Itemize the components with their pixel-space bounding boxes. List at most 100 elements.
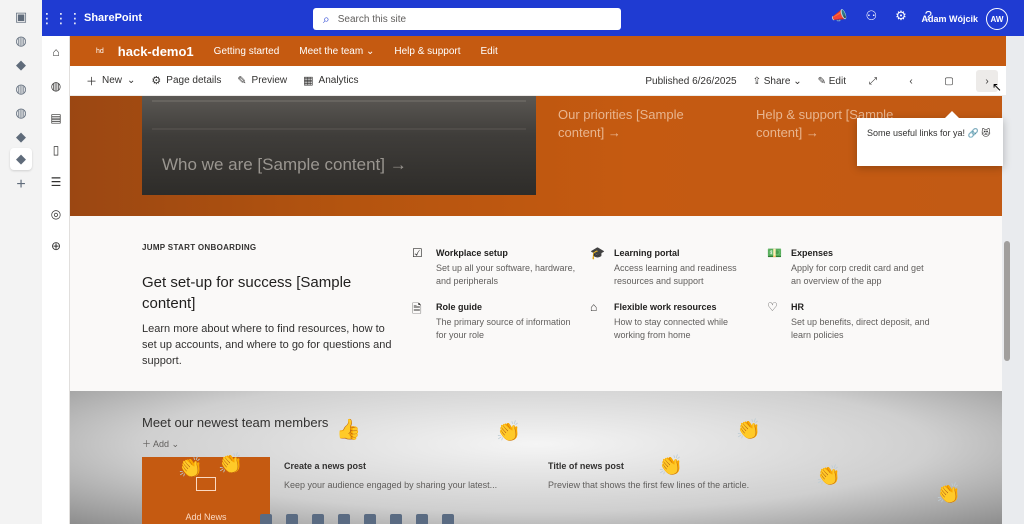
file-icon[interactable]: ▯	[48, 142, 64, 158]
tab-overview-icon[interactable]: ▣	[12, 8, 30, 26]
app-bar: ⌂ ◍ ▤ ▯ ☰ ◎ ⊕	[42, 36, 70, 524]
search-icon: ⌕	[323, 11, 330, 26]
tooltip: Some useful links for ya! 🔗 😻	[857, 111, 1003, 166]
link-desc: The primary source of information for yo…	[436, 317, 571, 340]
edit-button[interactable]: ✎ Edit	[818, 76, 846, 87]
news-item-desc: Keep your audience engaged by sharing yo…	[284, 480, 498, 490]
home-icon[interactable]: ⌂	[48, 44, 64, 60]
chevron-down-icon: ⌄	[127, 75, 136, 86]
globe-icon[interactable]: ◍	[12, 32, 30, 50]
site-logo[interactable]: hd	[96, 48, 104, 55]
command-bar: ＋ New ⌄ ⚙ Page details ✎ Preview ▦ Analy…	[70, 66, 1006, 96]
preview-button[interactable]: ✎ Preview	[237, 74, 287, 87]
sharepoint-active-icon[interactable]: ◆	[10, 148, 32, 170]
new-button[interactable]: ＋ New ⌄	[86, 73, 135, 89]
megaphone-icon[interactable]: 📣	[831, 8, 847, 24]
onboarding-section: JUMP START ONBOARDING Get set-up for suc…	[70, 216, 1002, 391]
taskbar-app-icon[interactable]	[338, 514, 350, 524]
globe-icon[interactable]: ◍	[12, 104, 30, 122]
analytics-button[interactable]: ▦ Analytics	[303, 74, 358, 87]
preview-label: Preview	[251, 75, 288, 86]
link-title: Learning portal	[614, 248, 680, 258]
taskbar-app-icon[interactable]	[364, 514, 376, 524]
expand-icon[interactable]: ⤢	[862, 70, 884, 92]
edit-label: Edit	[828, 75, 846, 87]
taskbar-app-icon[interactable]	[390, 514, 402, 524]
laptop-check-icon: ☑	[412, 246, 423, 260]
home-icon: ⌂	[590, 300, 598, 314]
news-item[interactable]: Title of news post Preview that shows th…	[548, 461, 749, 490]
news-section-title: Meet our newest team members	[142, 415, 329, 430]
taskbar-app-icon[interactable]	[416, 514, 428, 524]
news-item-title: Create a news post	[284, 461, 367, 471]
user-name: Adam Wójcik	[921, 14, 978, 24]
taskbar-app-icon[interactable]	[442, 514, 454, 524]
scrollbar-thumb[interactable]	[1004, 241, 1010, 361]
search-box[interactable]: ⌕ Search this site	[313, 8, 621, 30]
search-placeholder: Search this site	[337, 13, 407, 25]
taskbar-app-icon[interactable]	[286, 514, 298, 524]
site-title[interactable]: hack-demo1	[118, 44, 194, 59]
nav-meet-the-team[interactable]: Meet the team ⌄	[299, 46, 374, 57]
chevron-left-icon[interactable]: ‹	[900, 70, 922, 92]
app-launcher-icon[interactable]: ⋮⋮⋮	[40, 5, 82, 31]
graduation-cap-icon: 🎓	[590, 246, 605, 260]
brand-name[interactable]: SharePoint	[84, 12, 142, 24]
nav-meet-the-team-label: Meet the team	[299, 45, 364, 57]
link-title: Workplace setup	[436, 248, 508, 258]
clapping-emoji: 👏	[816, 465, 841, 487]
page-scrollbar[interactable]	[1004, 96, 1010, 524]
heart-pulse-icon: ♡	[767, 300, 778, 314]
add-icon[interactable]: +	[12, 176, 30, 194]
onboarding-description: Learn more about where to find resources…	[142, 323, 392, 367]
add-news-label: Add News	[185, 512, 227, 522]
clapping-emoji: 👏	[936, 483, 961, 505]
square-icon[interactable]: ▢	[938, 70, 960, 92]
globe-icon[interactable]: ◍	[48, 78, 64, 94]
news-item-desc: Preview that shows the first few lines o…	[548, 480, 750, 490]
share-network-icon[interactable]: ⚇	[865, 8, 877, 24]
link-desc: Set up all your software, hardware, and …	[436, 263, 576, 286]
clapping-emoji: 👏	[658, 455, 683, 477]
clapping-emoji: 👏	[178, 457, 203, 479]
new-label: New	[102, 75, 123, 86]
money-icon: 💵	[767, 246, 782, 260]
page-details-button[interactable]: ⚙ Page details	[151, 74, 221, 87]
link-desc: How to stay connected while working from…	[614, 317, 729, 340]
chevron-down-icon: ⌄	[365, 45, 375, 57]
hero-main-tile[interactable]: Who we are [Sample content] →	[142, 96, 536, 195]
published-status: Published 6/26/2025	[645, 75, 737, 87]
nav-edit[interactable]: Edit	[481, 46, 498, 57]
nav-getting-started[interactable]: Getting started	[214, 46, 280, 57]
news-icon[interactable]: ▤	[48, 110, 64, 126]
link-title: HR	[791, 302, 804, 312]
share-label: Share	[763, 75, 791, 87]
onboarding-eyebrow: JUMP START ONBOARDING	[142, 243, 257, 252]
link-desc: Access learning and readiness resources …	[614, 263, 737, 286]
news-add-label: Add	[153, 439, 170, 449]
user-account[interactable]: Adam Wójcik AW	[921, 8, 1008, 30]
sharepoint-icon[interactable]: ◆	[12, 128, 30, 146]
lists-icon[interactable]: ☰	[48, 174, 64, 190]
share-button[interactable]: ⇪ Share ⌄	[753, 76, 802, 87]
command-bar-right: Published 6/26/2025 ⇪ Share ⌄ ✎ Edit ⤢ ‹…	[645, 66, 998, 96]
taskbar-app-icon[interactable]	[312, 514, 324, 524]
news-item[interactable]: Create a news post Keep your audience en…	[284, 461, 497, 490]
taskbar-app-icon[interactable]	[260, 514, 272, 524]
news-thumbnail[interactable]: Add News	[142, 457, 270, 524]
nav-help-support[interactable]: Help & support	[394, 46, 460, 57]
analytics-label: Analytics	[318, 75, 359, 86]
create-icon[interactable]: ⊕	[48, 238, 64, 254]
pen-icon: ✎	[237, 75, 247, 87]
chart-icon: ▦	[303, 75, 314, 87]
sharepoint-icon[interactable]: ◆	[12, 56, 30, 74]
hero-tile-priorities[interactable]: Our priorities [Sample content] →	[558, 106, 728, 141]
site-header: hd hack-demo1 Getting started Meet the t…	[70, 36, 1006, 66]
globe-icon[interactable]: ◍	[12, 80, 30, 98]
clapping-emoji: 👏	[218, 453, 243, 475]
avatar[interactable]: AW	[986, 8, 1008, 30]
copilot-icon[interactable]: ◎	[48, 206, 64, 222]
news-item-title: Title of news post	[548, 461, 624, 471]
gear-icon[interactable]: ⚙	[895, 8, 907, 24]
news-add-button[interactable]: ＋ Add ⌄	[142, 437, 179, 450]
